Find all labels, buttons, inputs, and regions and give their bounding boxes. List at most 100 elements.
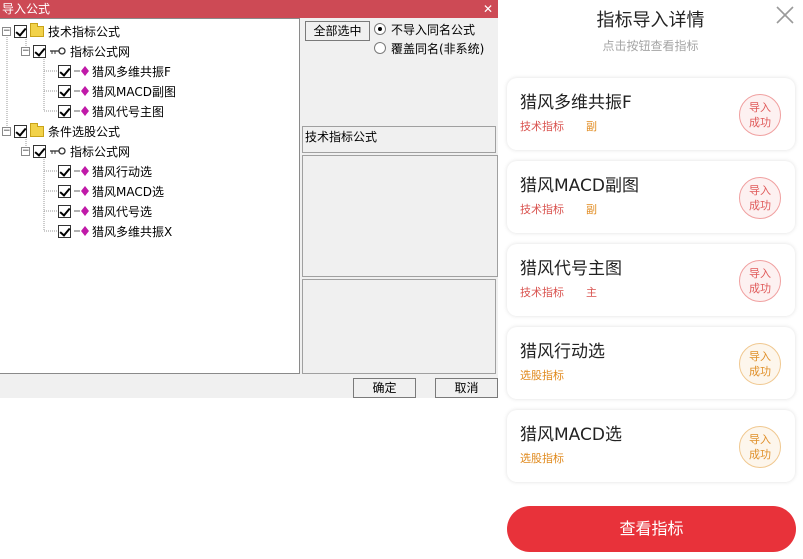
tree-net-label: 指标公式网 (70, 144, 131, 159)
indicator-card[interactable]: 猎风代号主图 技术指标 主 导入 成功 (507, 244, 795, 316)
badge-line: 成功 (749, 448, 771, 461)
indicator-pane-tag: 副 (586, 120, 597, 133)
dialog-title: 导入公式 (2, 2, 51, 16)
group-checkbox[interactable] (14, 24, 27, 38)
select-all-button[interactable]: 全部选中 (305, 21, 370, 41)
collapse-toggle-icon[interactable]: − (21, 46, 30, 56)
tree-item[interactable]: 猎风MACD选 (58, 181, 164, 201)
tree-item[interactable]: 猎风行动选 (58, 161, 152, 181)
formula-icon (74, 165, 90, 177)
folder-icon (30, 122, 44, 137)
tree-item-label: 猎风MACD副图 (92, 84, 176, 99)
indicator-name: 猎风MACD副图 (520, 176, 639, 196)
indicator-type-tag: 选股指标 (520, 452, 564, 465)
tree-group-stock-selection[interactable]: − 条件选股公式 (2, 121, 120, 141)
badge-line: 成功 (749, 365, 771, 378)
import-details-panel: 指标导入详情 点击按钮查看指标 猎风多维共振F 技术指标 副 导入 成功 猎风M… (498, 0, 803, 559)
panel-subtitle: 点击按钮查看指标 (602, 39, 699, 53)
options-pane: 全部选中 不导入同名公式 覆盖同名(非系统) 技术指标公式 (300, 18, 498, 374)
badge-line: 成功 (749, 199, 771, 212)
item-checkbox[interactable] (58, 224, 71, 238)
import-success-badge: 导入 成功 (739, 426, 781, 468)
tree-item[interactable]: 猎风多维共振F (58, 61, 171, 81)
tree-group-technical[interactable]: − 技术指标公式 (2, 21, 120, 41)
key-icon (49, 145, 67, 157)
radio-button[interactable] (374, 42, 386, 54)
badge-line: 导入 (749, 184, 771, 197)
tree-group-label: 条件选股公式 (48, 124, 121, 139)
radio-no-import[interactable]: 不导入同名公式 (374, 20, 475, 38)
radio-label: 覆盖同名(非系统) (391, 41, 485, 56)
formula-icon (74, 65, 90, 77)
close-icon[interactable]: ✕ (482, 0, 494, 18)
badge-line: 导入 (749, 350, 771, 363)
tree-item-label: 猎风代号选 (92, 204, 153, 219)
selected-group-label: 技术指标公式 (302, 126, 496, 153)
close-icon[interactable] (774, 4, 796, 26)
item-checkbox[interactable] (58, 64, 71, 78)
badge-line: 导入 (749, 267, 771, 280)
tree-net-label: 指标公式网 (70, 44, 131, 59)
radio-overwrite[interactable]: 覆盖同名(非系统) (374, 39, 484, 57)
indicator-pane-tag: 副 (586, 203, 597, 216)
dialog-titlebar: 导入公式 ✕ (0, 0, 498, 18)
tree-item-label: 猎风MACD选 (92, 184, 164, 199)
indicator-name: 猎风多维共振F (520, 93, 632, 113)
formula-icon (74, 225, 90, 237)
import-success-badge: 导入 成功 (739, 343, 781, 385)
badge-line: 成功 (749, 116, 771, 129)
indicator-type-tag: 技术指标 (520, 286, 564, 299)
tree-item[interactable]: 猎风MACD副图 (58, 81, 176, 101)
group-checkbox[interactable] (14, 124, 27, 138)
formula-preview-box (302, 155, 498, 277)
badge-line: 导入 (749, 101, 771, 114)
tree-item-label: 猎风代号主图 (92, 104, 165, 119)
indicator-name: 猎风行动选 (520, 342, 605, 362)
tree-item-label: 猎风多维共振F (92, 64, 171, 79)
tree-item-label: 猎风多维共振X (92, 224, 173, 239)
collapse-toggle-icon[interactable]: − (21, 146, 30, 156)
indicator-card[interactable]: 猎风MACD选 选股指标 导入 成功 (507, 410, 795, 482)
indicator-type-tag: 选股指标 (520, 369, 564, 382)
indicator-card[interactable]: 猎风多维共振F 技术指标 副 导入 成功 (507, 78, 795, 150)
badge-line: 导入 (749, 433, 771, 446)
cancel-button[interactable]: 取消 (435, 378, 498, 398)
tree-item[interactable]: 猎风代号主图 (58, 101, 164, 121)
tree-item-label: 猎风行动选 (92, 164, 153, 179)
tree-group-label: 技术指标公式 (48, 24, 121, 39)
item-checkbox[interactable] (58, 84, 71, 98)
tree-item[interactable]: 猎风代号选 (58, 201, 152, 221)
net-checkbox[interactable] (33, 144, 46, 158)
import-formula-dialog: 导入公式 ✕ − 技术指标公式 − 指标公式网 猎风多维共振F 猎风MACD副图… (0, 0, 498, 398)
item-checkbox[interactable] (58, 184, 71, 198)
net-checkbox[interactable] (33, 44, 46, 58)
item-checkbox[interactable] (58, 204, 71, 218)
view-indicators-button[interactable]: 查看指标 (507, 506, 796, 552)
item-checkbox[interactable] (58, 164, 71, 178)
indicator-card[interactable]: 猎风MACD副图 技术指标 副 导入 成功 (507, 161, 795, 233)
indicator-type-tag: 技术指标 (520, 120, 564, 133)
formula-tree: − 技术指标公式 − 指标公式网 猎风多维共振F 猎风MACD副图 猎风代号主图… (0, 18, 300, 374)
tree-net-stock-selection[interactable]: − 指标公式网 (21, 141, 130, 161)
import-success-badge: 导入 成功 (739, 177, 781, 219)
formula-icon (74, 205, 90, 217)
collapse-toggle-icon[interactable]: − (2, 26, 11, 36)
indicator-pane-tag: 主 (586, 286, 597, 299)
import-success-badge: 导入 成功 (739, 260, 781, 302)
key-icon (49, 45, 67, 57)
import-success-badge: 导入 成功 (739, 94, 781, 136)
formula-description-box (302, 279, 496, 374)
indicator-type-tag: 技术指标 (520, 203, 564, 216)
collapse-toggle-icon[interactable]: − (2, 126, 11, 136)
folder-icon (30, 22, 44, 37)
indicator-card[interactable]: 猎风行动选 选股指标 导入 成功 (507, 327, 795, 399)
tree-item[interactable]: 猎风多维共振X (58, 221, 172, 241)
radio-label: 不导入同名公式 (391, 22, 476, 37)
item-checkbox[interactable] (58, 104, 71, 118)
tree-net-technical[interactable]: − 指标公式网 (21, 41, 130, 61)
formula-icon (74, 85, 90, 97)
formula-icon (74, 105, 90, 117)
radio-button-checked[interactable] (374, 23, 386, 35)
ok-button[interactable]: 确定 (353, 378, 416, 398)
indicator-name: 猎风MACD选 (520, 425, 622, 445)
